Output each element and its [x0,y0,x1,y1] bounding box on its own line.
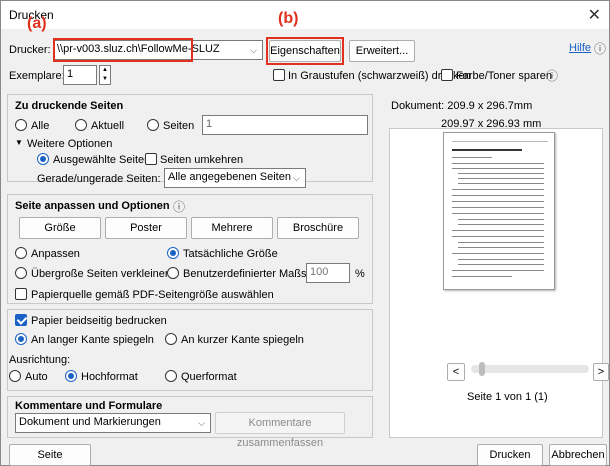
duplex-label: Papier beidseitig bedrucken [31,315,167,327]
comments-select[interactable]: Dokument und Markierungen ⌵ [15,413,211,433]
orientation-label: Ausrichtung: [9,354,71,366]
pages-current-label: Aktuell [91,120,125,132]
annotation-a: (a) [27,15,47,32]
portrait-label: Hochformat [81,371,138,383]
fit-radio[interactable] [15,247,27,259]
poster-button[interactable]: Poster [105,217,187,239]
next-page-button[interactable]: > [593,363,609,381]
page-slider-handle[interactable] [479,362,485,376]
advanced-button[interactable]: Erweitert... [349,40,415,62]
close-icon[interactable]: ✕ [588,5,601,25]
landscape-label: Querformat [181,371,237,383]
prev-page-button[interactable]: < [447,363,465,381]
size-button[interactable]: Größe [19,217,101,239]
copies-input[interactable]: 1 [63,65,97,85]
help-link[interactable]: Hilfe [569,42,591,54]
auto-label: Auto [25,371,48,383]
pages-range-label: Seiten [163,120,195,132]
reverse-pages-label: Seiten umkehren [160,154,244,166]
portrait-radio[interactable] [65,370,77,382]
pages-range-radio[interactable] [147,119,159,131]
annotation-b: (b) [278,10,299,27]
percent-label: % [355,268,365,280]
actual-size-radio[interactable] [167,247,179,259]
more-options-toggle[interactable]: Weitere Optionen [27,138,112,150]
printer-label: Drucker: [9,44,51,56]
print-dialog: Drucken ✕ (a) (b) Drucker: \\pr-v003.slu… [0,0,610,466]
caret-down-icon[interactable]: ▼ [15,138,23,147]
fit-label: Anpassen [31,248,80,260]
pages-current-radio[interactable] [75,119,87,131]
chevron-down-icon: ⌵ [198,418,205,428]
auto-radio[interactable] [9,370,21,382]
pages-range-input[interactable]: 1 [202,115,368,135]
help-icon[interactable]: ⓘ [594,40,606,57]
save-ink-label: Farbe/Toner sparen [456,70,552,82]
odd-even-select[interactable]: Alle angegebenen Seiten ⌵ [164,168,306,188]
short-edge-radio[interactable] [165,333,177,345]
title-bar: Drucken ✕ [1,1,609,29]
sizing-section-title: Seite anpassen und Optionen [15,200,170,212]
actual-size-label: Tatsächliche Größe [183,248,278,260]
page-slider-track[interactable] [471,365,589,373]
duplex-checkbox[interactable] [15,314,27,326]
reverse-pages-checkbox[interactable] [145,153,157,165]
paper-source-checkbox[interactable] [15,288,27,300]
summarize-comments-button[interactable]: Kommentare zusammenfassen [215,412,345,449]
custom-scale-label: Benutzerdefinierter Maßstab: [183,268,325,280]
paper-source-label: Papierquelle gemäß PDF-Seitengröße auswä… [31,289,274,301]
booklet-button[interactable]: Broschüre [277,217,359,239]
grayscale-checkbox[interactable] [273,69,285,81]
info-icon[interactable]: ⓘ [173,198,185,215]
selected-pages-radio[interactable] [37,153,49,165]
custom-scale-radio[interactable] [167,267,179,279]
page-counter: Seite 1 von 1 (1) [467,391,548,403]
pages-all-label: Alle [31,120,50,132]
annotation-box-b [266,37,344,65]
cancel-button[interactable]: Abbrechen [549,444,607,466]
landscape-radio[interactable] [165,370,177,382]
odd-even-value: Alle angegebenen Seiten [168,171,291,183]
print-button[interactable]: Drucken [477,444,543,466]
long-edge-label: An langer Kante spiegeln [31,334,154,346]
odd-even-label: Gerade/ungerade Seiten: [37,173,161,185]
short-edge-label: An kurzer Kante spiegeln [181,334,304,346]
copies-label: Exemplare: [9,70,65,82]
shrink-label: Übergroße Seiten verkleinern [31,268,175,280]
chevron-down-icon: ⌵ [293,173,300,183]
save-ink-checkbox[interactable] [441,69,453,81]
page-preview-thumbnail [443,132,555,290]
info-icon[interactable]: ⓘ [546,67,558,84]
pages-section-title: Zu druckende Seiten [15,100,124,112]
comments-section-title: Kommentare und Formulare [15,400,163,412]
page-setup-button[interactable]: Seite einrichten... [9,444,91,466]
chevron-down-icon: ⌵ [250,45,257,55]
selected-pages-label: Ausgewählte Seiten [53,154,151,166]
annotation-box-a [53,38,193,62]
shrink-radio[interactable] [15,267,27,279]
document-size-label: Dokument: 209.9 x 296.7mm [391,100,533,112]
copies-stepper[interactable]: ▲ ▼ [99,65,111,85]
long-edge-radio[interactable] [15,333,27,345]
comments-value: Dokument und Markierungen [19,416,161,428]
multiple-button[interactable]: Mehrere [191,217,273,239]
scale-input[interactable]: 100 [306,263,350,283]
pages-all-radio[interactable] [15,119,27,131]
